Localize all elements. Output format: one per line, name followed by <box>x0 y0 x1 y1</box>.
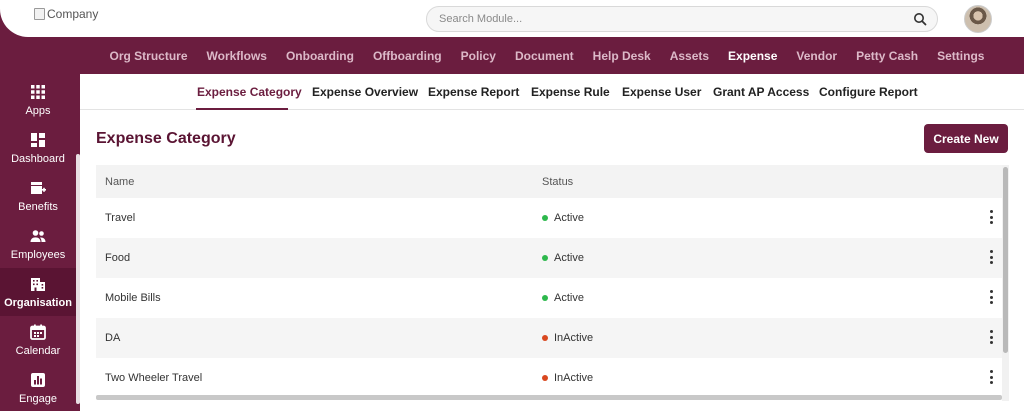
sidebar: Apps Dashboard Benefits Employees Organi… <box>0 74 80 411</box>
sidebar-item-dashboard[interactable]: Dashboard <box>0 124 76 172</box>
sidebar-item-calendar[interactable]: Calendar <box>0 316 76 364</box>
table-horizontal-scrollbar[interactable] <box>96 395 1002 400</box>
scrollbar-thumb[interactable] <box>1003 167 1008 353</box>
nav-help-desk[interactable]: Help Desk <box>583 49 660 63</box>
top-bar: Company Search Module... <box>0 0 1024 37</box>
page-title: Expense Category <box>96 130 236 147</box>
nav-expense[interactable]: Expense <box>719 49 787 63</box>
inactive-status-dot <box>542 375 548 381</box>
more-options-icon[interactable] <box>988 250 994 264</box>
more-options-icon[interactable] <box>988 330 994 344</box>
table-row[interactable]: Mobile Bills Active <box>96 278 1002 318</box>
main-nav: Org Structure Workflows Onboarding Offbo… <box>100 37 994 74</box>
sidebar-item-employees[interactable]: Employees <box>0 220 76 268</box>
status-badge: InActive <box>542 332 593 344</box>
active-status-dot <box>542 255 548 261</box>
tab-expense-user[interactable]: Expense User <box>622 85 701 99</box>
employees-icon <box>30 230 46 242</box>
nav-org-structure[interactable]: Org Structure <box>100 49 197 63</box>
tab-expense-overview[interactable]: Expense Overview <box>312 85 418 99</box>
nav-policy[interactable]: Policy <box>451 49 505 63</box>
tab-expense-category[interactable]: Expense Category <box>197 85 302 99</box>
category-name: DA <box>105 332 121 344</box>
search-input[interactable]: Search Module... <box>426 6 938 32</box>
more-options-icon[interactable] <box>988 370 994 384</box>
table-row[interactable]: Two Wheeler Travel InActive <box>96 358 1002 398</box>
status-badge: Active <box>542 252 584 264</box>
broken-image-icon <box>34 8 45 20</box>
create-new-button[interactable]: Create New <box>924 124 1008 153</box>
active-status-dot <box>542 295 548 301</box>
nav-petty-cash[interactable]: Petty Cash <box>847 49 928 63</box>
sidebar-label: Organisation <box>4 297 72 309</box>
status-text: Active <box>554 252 584 264</box>
sidebar-label: Dashboard <box>11 153 65 165</box>
column-header-status[interactable]: Status <box>542 176 573 188</box>
nav-offboarding[interactable]: Offboarding <box>363 49 451 63</box>
company-logo[interactable]: Company <box>34 7 98 21</box>
more-options-icon[interactable] <box>988 210 994 224</box>
tab-expense-report[interactable]: Expense Report <box>428 85 519 99</box>
active-status-dot <box>542 215 548 221</box>
category-name: Travel <box>105 212 136 224</box>
column-header-name[interactable]: Name <box>105 176 134 188</box>
sidebar-label: Employees <box>10 249 66 261</box>
expense-category-table: Name Status Travel Active Food Active Mo… <box>96 165 1002 401</box>
sidebar-label: Engage <box>19 393 57 405</box>
nav-onboarding[interactable]: Onboarding <box>276 49 363 63</box>
inactive-status-dot <box>542 335 548 341</box>
category-name: Mobile Bills <box>105 292 161 304</box>
table-vertical-scrollbar[interactable] <box>1002 165 1009 401</box>
sidebar-label: Apps <box>25 105 51 117</box>
status-badge: InActive <box>542 372 593 384</box>
sidebar-item-benefits[interactable]: Benefits <box>0 172 76 220</box>
avatar[interactable] <box>964 5 992 33</box>
more-options-icon[interactable] <box>988 290 994 304</box>
table-header: Name Status <box>96 165 1002 198</box>
sidebar-item-organisation[interactable]: Organisation <box>0 268 76 316</box>
active-tab-indicator <box>196 108 288 110</box>
apps-grid-icon <box>31 85 45 99</box>
sidebar-item-apps[interactable]: Apps <box>0 76 76 124</box>
nav-assets[interactable]: Assets <box>660 49 718 63</box>
main-content: Expense Category Expense Overview Expens… <box>80 74 1024 411</box>
nav-document[interactable]: Document <box>505 49 583 63</box>
tab-configure-report[interactable]: Configure Report <box>819 85 918 99</box>
sidebar-label: Benefits <box>18 201 58 213</box>
status-text: Active <box>554 292 584 304</box>
tab-grant-ap-access[interactable]: Grant AP Access <box>713 85 809 99</box>
table-row[interactable]: Food Active <box>96 238 1002 278</box>
logo-alt-text: Company <box>47 7 99 21</box>
status-badge: Active <box>542 212 584 224</box>
benefits-icon <box>31 182 46 194</box>
sidebar-item-engage[interactable]: Engage <box>0 364 76 411</box>
nav-settings[interactable]: Settings <box>928 49 994 63</box>
nav-vendor[interactable]: Vendor <box>787 49 847 63</box>
nav-workflows[interactable]: Workflows <box>197 49 276 63</box>
subtab-bar: Expense Category Expense Overview Expens… <box>80 74 1024 110</box>
status-text: InActive <box>554 372 594 384</box>
status-text: Active <box>554 212 584 224</box>
table-row[interactable]: Travel Active <box>96 198 1002 238</box>
status-badge: Active <box>542 292 584 304</box>
dashboard-icon <box>31 133 45 147</box>
search-icon[interactable] <box>913 12 927 26</box>
organisation-icon <box>31 278 45 291</box>
category-name: Food <box>105 252 131 264</box>
engage-icon <box>31 373 45 387</box>
table-row[interactable]: DA InActive <box>96 318 1002 358</box>
tab-expense-rule[interactable]: Expense Rule <box>531 85 610 99</box>
category-name: Two Wheeler Travel <box>105 372 203 384</box>
calendar-icon <box>30 324 46 340</box>
search-placeholder: Search Module... <box>439 13 523 25</box>
sidebar-label: Calendar <box>15 345 61 357</box>
status-text: InActive <box>554 332 594 344</box>
